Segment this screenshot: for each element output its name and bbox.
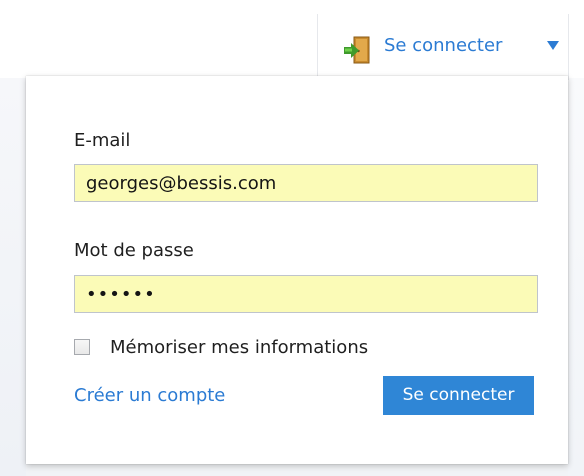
password-label: Mot de passe bbox=[74, 240, 194, 261]
remember-me-label[interactable]: Mémoriser mes informations bbox=[110, 336, 368, 360]
remember-me-checkbox[interactable] bbox=[74, 339, 90, 355]
signin-submit-button[interactable]: Se connecter bbox=[383, 376, 534, 415]
create-account-link[interactable]: Créer un compte bbox=[74, 384, 225, 408]
page-background-left bbox=[0, 78, 26, 476]
email-field[interactable] bbox=[74, 164, 538, 202]
password-field[interactable] bbox=[74, 275, 538, 313]
triangle-down-icon bbox=[547, 41, 559, 50]
signin-menu-trigger[interactable]: Se connecter bbox=[318, 14, 568, 80]
door-enter-icon bbox=[344, 36, 370, 64]
page-background-right bbox=[568, 78, 584, 476]
signin-trigger-label: Se connecter bbox=[384, 35, 503, 56]
login-dropdown-panel: E-mail Mot de passe Mémoriser mes inform… bbox=[26, 76, 568, 464]
email-label: E-mail bbox=[74, 130, 131, 151]
